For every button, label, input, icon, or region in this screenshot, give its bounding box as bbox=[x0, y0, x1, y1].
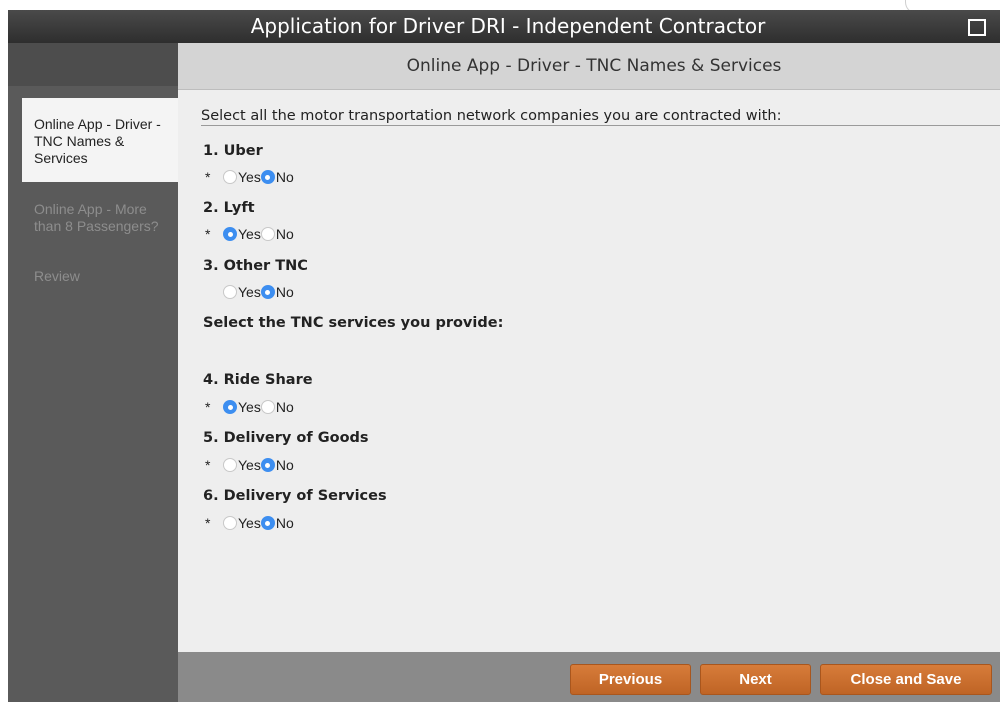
option-yes-label: Yes bbox=[238, 284, 261, 300]
radio-yes[interactable] bbox=[223, 400, 237, 414]
sidebar: Online App - Driver - TNC Names & Servic… bbox=[8, 43, 178, 702]
option-no[interactable]: No bbox=[260, 169, 294, 185]
question-answers-ride-share: * Yes No bbox=[205, 398, 294, 416]
question-answers-uber: * Yes No bbox=[205, 168, 294, 186]
option-no[interactable]: No bbox=[260, 515, 294, 531]
page-title: Online App - Driver - TNC Names & Servic… bbox=[406, 56, 782, 76]
radio-yes[interactable] bbox=[223, 516, 237, 530]
required-marker: * bbox=[205, 169, 211, 185]
option-no[interactable]: No bbox=[260, 457, 294, 473]
footer-bar: Previous Next Close and Save bbox=[178, 652, 1000, 702]
option-yes[interactable]: Yes bbox=[223, 515, 261, 531]
option-yes[interactable]: Yes bbox=[223, 457, 261, 473]
radio-no[interactable] bbox=[260, 458, 275, 472]
radio-no[interactable] bbox=[260, 227, 275, 241]
sidebar-header bbox=[8, 43, 178, 86]
option-yes[interactable]: Yes bbox=[223, 169, 261, 185]
option-yes-label: Yes bbox=[238, 226, 261, 242]
radio-yes[interactable] bbox=[223, 227, 237, 241]
option-yes-label: Yes bbox=[238, 399, 261, 415]
form-intro-text: Select all the motor transportation netw… bbox=[201, 108, 1000, 126]
option-no-label: No bbox=[275, 284, 294, 300]
sidebar-item-label: Review bbox=[34, 268, 80, 284]
question-answers-delivery-of-services: * Yes No bbox=[205, 514, 294, 532]
close-and-save-button[interactable]: Close and Save bbox=[820, 664, 992, 695]
required-marker: * bbox=[205, 399, 211, 415]
option-yes-label: Yes bbox=[238, 515, 261, 531]
page-header: Online App - Driver - TNC Names & Servic… bbox=[178, 43, 1000, 90]
radio-yes[interactable] bbox=[223, 170, 237, 184]
sidebar-item-label: Online App - More than 8 Passengers? bbox=[34, 201, 159, 234]
radio-yes[interactable] bbox=[223, 285, 237, 299]
question-label-other-tnc: 3. Other TNC bbox=[203, 258, 308, 274]
question-label-lyft: 2. Lyft bbox=[203, 200, 255, 216]
radio-no[interactable] bbox=[260, 400, 275, 414]
form-content: Select all the motor transportation netw… bbox=[178, 90, 1000, 652]
question-label-uber: 1. Uber bbox=[203, 143, 263, 159]
option-no-label: No bbox=[275, 169, 294, 185]
window-titlebar: Application for Driver DRI - Independent… bbox=[8, 10, 1000, 43]
window-title: Application for Driver DRI - Independent… bbox=[250, 14, 766, 38]
option-yes-label: Yes bbox=[238, 169, 261, 185]
option-no-label: No bbox=[275, 457, 294, 473]
radio-yes[interactable] bbox=[223, 458, 237, 472]
question-answers-lyft: * Yes No bbox=[205, 225, 294, 243]
required-marker: * bbox=[205, 226, 211, 242]
option-no[interactable]: No bbox=[260, 284, 294, 300]
question-label-ride-share: 4. Ride Share bbox=[203, 372, 313, 388]
question-answers-other-tnc: Yes No bbox=[205, 283, 294, 301]
option-no[interactable]: No bbox=[260, 226, 294, 242]
sidebar-item-label: Online App - Driver - TNC Names & Servic… bbox=[34, 116, 161, 166]
sidebar-item-more-than-8-passengers[interactable]: Online App - More than 8 Passengers? bbox=[22, 201, 178, 235]
option-yes[interactable]: Yes bbox=[223, 226, 261, 242]
question-answers-delivery-of-goods: * Yes No bbox=[205, 456, 294, 474]
question-label-delivery-of-services: 6. Delivery of Services bbox=[203, 488, 387, 504]
option-no-label: No bbox=[275, 515, 294, 531]
question-label-delivery-of-goods: 5. Delivery of Goods bbox=[203, 430, 369, 446]
sidebar-item-tnc-names-services[interactable]: Online App - Driver - TNC Names & Servic… bbox=[22, 98, 178, 182]
required-marker: * bbox=[205, 515, 211, 531]
radio-no[interactable] bbox=[260, 516, 275, 530]
option-no-label: No bbox=[275, 399, 294, 415]
next-button[interactable]: Next bbox=[700, 664, 811, 695]
option-no[interactable]: No bbox=[260, 399, 294, 415]
section-heading-tnc-services: Select the TNC services you provide: bbox=[203, 315, 504, 331]
maximize-icon[interactable] bbox=[968, 19, 986, 36]
radio-no[interactable] bbox=[260, 285, 275, 299]
option-no-label: No bbox=[275, 226, 294, 242]
sidebar-item-review[interactable]: Review bbox=[22, 268, 178, 285]
previous-button[interactable]: Previous bbox=[570, 664, 691, 695]
option-yes[interactable]: Yes bbox=[223, 284, 261, 300]
option-yes-label: Yes bbox=[238, 457, 261, 473]
required-marker: * bbox=[205, 457, 211, 473]
radio-no[interactable] bbox=[260, 170, 275, 184]
option-yes[interactable]: Yes bbox=[223, 399, 261, 415]
